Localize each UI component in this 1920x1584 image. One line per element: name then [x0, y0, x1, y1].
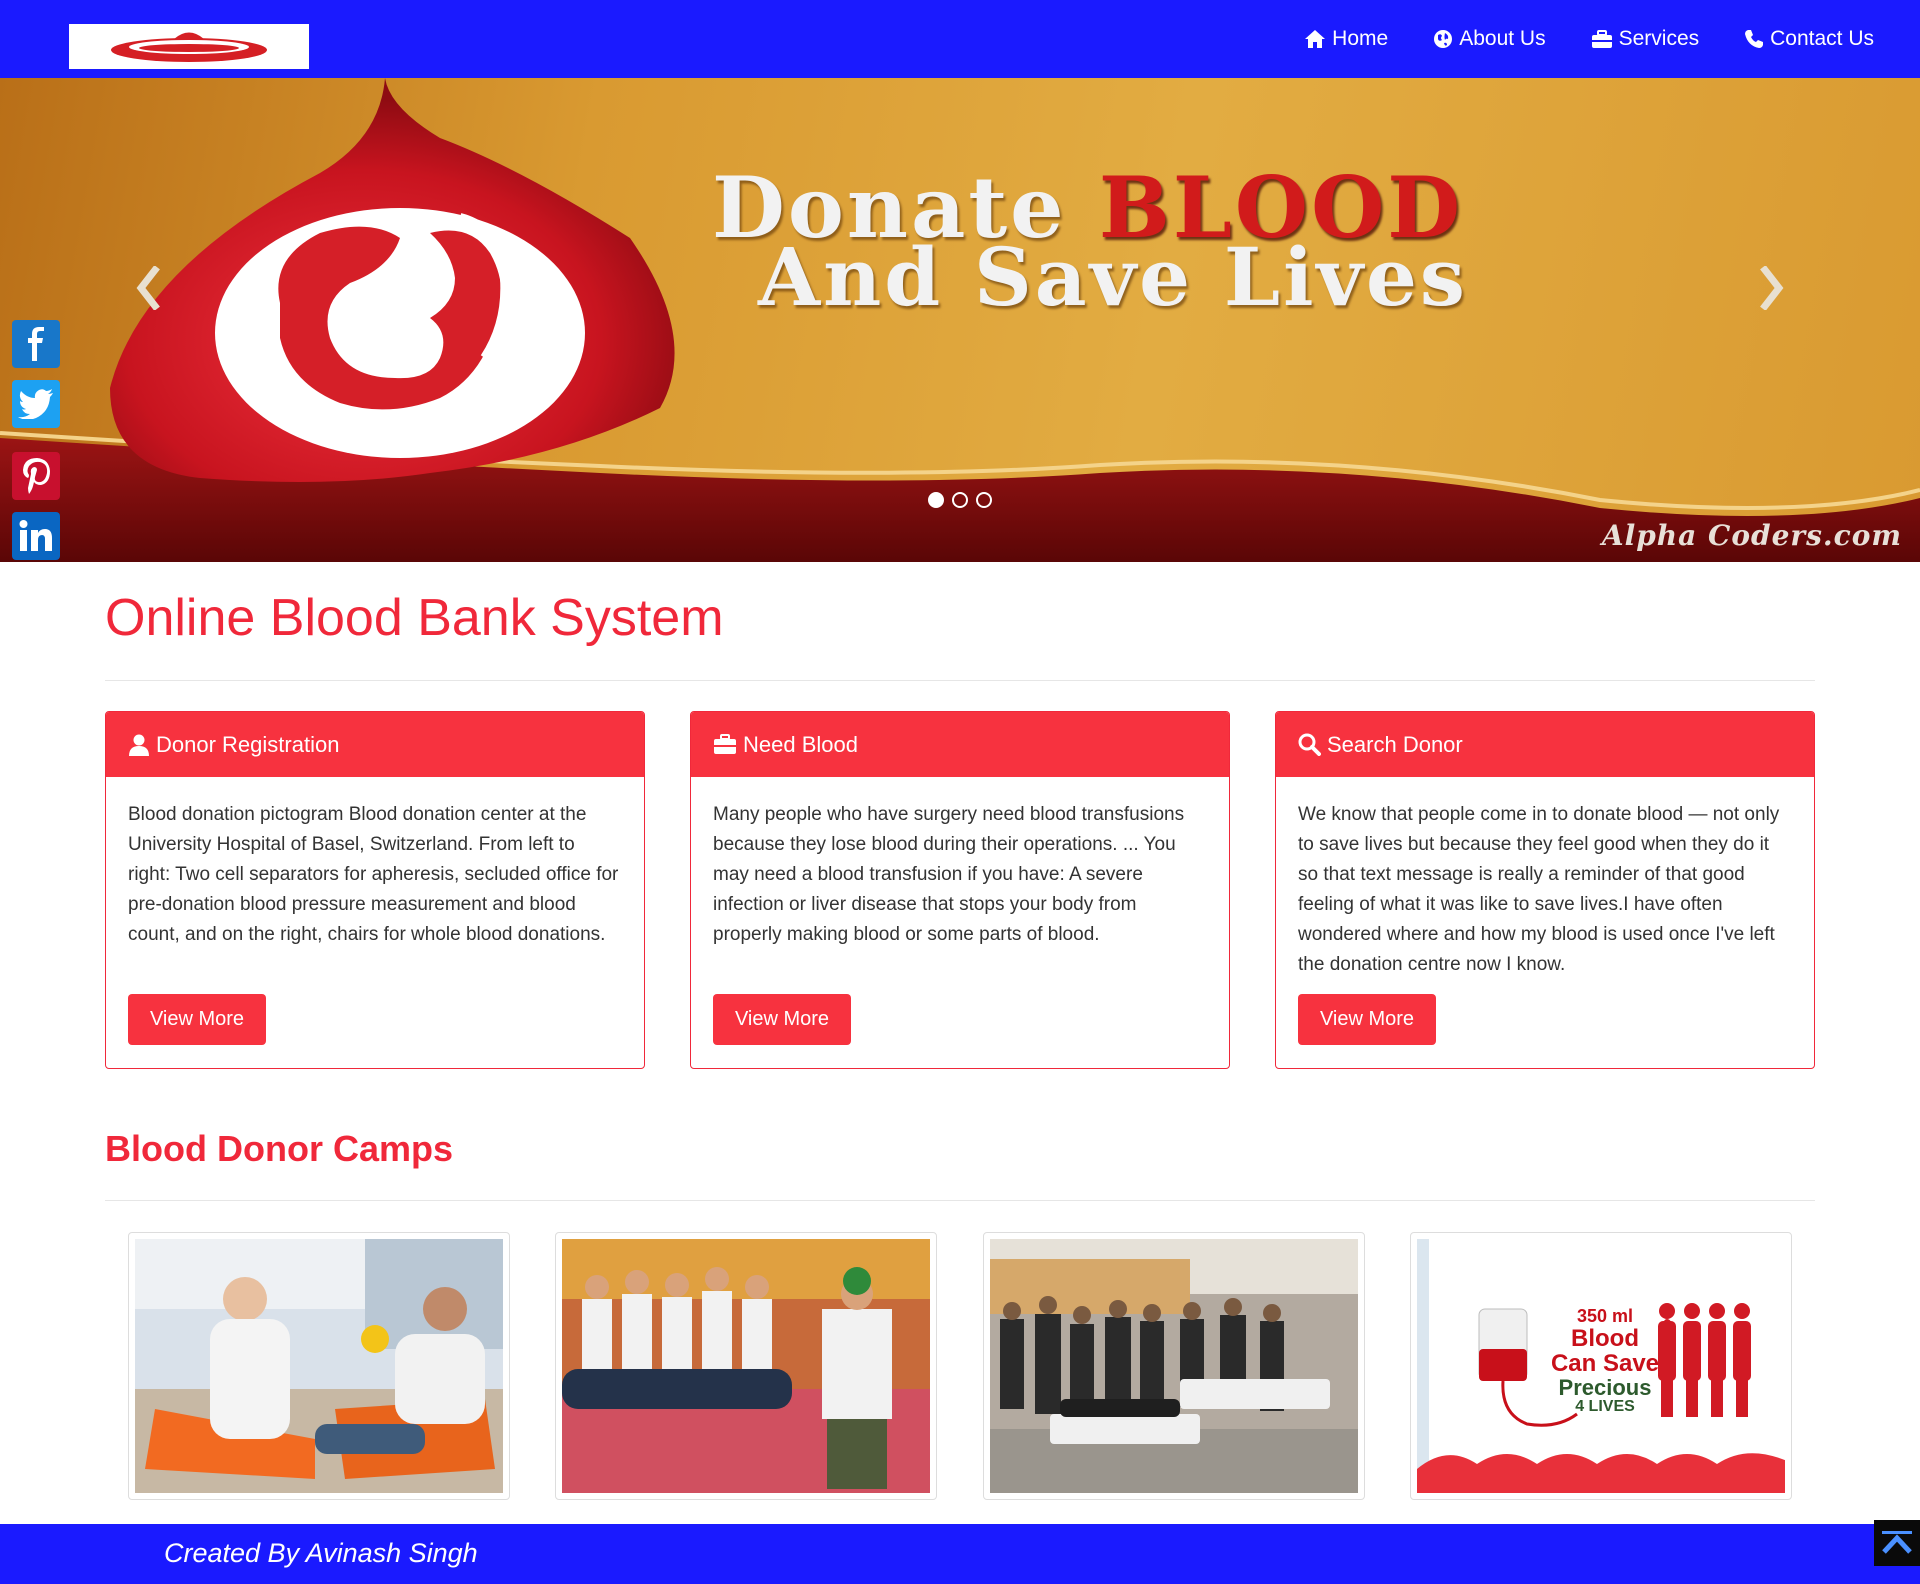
chevron-up-icon [1882, 1531, 1912, 1554]
linkedin-icon [19, 520, 52, 551]
hero-watermark: Alpha Coders.com [1601, 519, 1902, 552]
camp-photo-1[interactable] [128, 1232, 510, 1500]
briefcase-icon [714, 734, 736, 754]
camp-photo-image [135, 1239, 503, 1493]
carousel-indicator-2[interactable] [952, 492, 968, 508]
camp-photo-image [562, 1239, 930, 1493]
poster-line-1: 350 ml [1576, 1306, 1634, 1326]
panel-body: We know that people come in to donate bl… [1298, 804, 1780, 975]
panel-donor-registration: Donor Registration Blood donation pictog… [105, 711, 645, 1069]
page-title: Online Blood Bank System [105, 589, 724, 647]
camp-photo-3[interactable] [983, 1232, 1365, 1500]
navbar: Home About Us Services Contact Us [0, 0, 1920, 78]
camp-poster-image: 350 ml Blood Can Save Precious 4 LIVES [1417, 1239, 1785, 1493]
chevron-left-icon [136, 266, 160, 310]
panel-body: Many people who have surgery need blood … [713, 804, 1185, 945]
nav-home[interactable]: Home [1304, 27, 1388, 51]
globe-icon [1434, 30, 1453, 48]
nav-contact[interactable]: Contact Us [1744, 27, 1874, 51]
panel-need-blood: Need Blood Many people who have surgery … [690, 711, 1230, 1069]
camp-hall-photo-icon [990, 1239, 1358, 1493]
nav-about-label: About Us [1459, 27, 1546, 50]
panel-body: Blood donation pictogram Blood donation … [128, 804, 619, 945]
carousel-indicator-1[interactable] [928, 492, 944, 508]
section-title-camps: Blood Donor Camps [105, 1128, 453, 1169]
nav-contact-label: Contact Us [1770, 27, 1874, 50]
carousel-next-button[interactable] [1752, 258, 1792, 318]
view-more-button[interactable]: View More [1298, 994, 1436, 1045]
camp-photo-2[interactable] [555, 1232, 937, 1500]
footer-credit: Created By Avinash Singh [164, 1538, 478, 1568]
twitter-icon [18, 389, 53, 419]
user-icon [129, 734, 149, 756]
poster-text: 350 ml Blood Can Save Precious 4 LIVES [1545, 1307, 1665, 1416]
pinterest-link[interactable] [12, 452, 60, 500]
search-icon [1298, 733, 1321, 756]
scroll-to-top-button[interactable] [1874, 1520, 1920, 1566]
nav-services-label: Services [1618, 27, 1700, 50]
carousel-indicators [928, 492, 1000, 508]
panel-title: Donor Registration [156, 731, 340, 757]
chevron-right-icon [1760, 266, 1784, 310]
panel-title: Search Donor [1327, 731, 1463, 757]
divider [105, 1200, 1815, 1201]
view-more-button[interactable]: View More [713, 994, 851, 1045]
footer: Created By Avinash Singh [0, 1524, 1920, 1584]
twitter-link[interactable] [12, 380, 60, 428]
nav-services[interactable]: Services [1591, 27, 1700, 51]
poster-line-2: Blood [1571, 1324, 1639, 1352]
linkedin-link[interactable] [12, 512, 60, 560]
blood-donation-photo-icon [135, 1239, 503, 1493]
nav-about[interactable]: About Us [1433, 27, 1546, 51]
hero-carousel: Donate BLOOD And Save Lives Alpha Coders… [0, 78, 1920, 562]
camp-photo-image [990, 1239, 1358, 1493]
nav-menu: Home About Us Services Contact Us [1259, 0, 1874, 78]
group-photo-icon [562, 1239, 930, 1493]
facebook-link[interactable] [12, 320, 60, 368]
poster-line-4: Precious [1558, 1375, 1652, 1401]
hero-heading-line2: And Save Lives [758, 230, 1468, 324]
phone-icon [1745, 30, 1764, 48]
poster-line-5: 4 LIVES [1575, 1398, 1635, 1416]
briefcase-icon [1591, 29, 1612, 48]
site-logo[interactable] [69, 24, 309, 69]
camp-photo-4[interactable]: 350 ml Blood Can Save Precious 4 LIVES [1410, 1232, 1792, 1500]
view-more-button[interactable]: View More [128, 994, 266, 1045]
panel-heading: Search Donor [1276, 712, 1814, 777]
nav-home-label: Home [1332, 27, 1389, 50]
home-icon [1305, 30, 1326, 48]
carousel-prev-button[interactable] [128, 258, 168, 318]
facebook-icon [28, 327, 44, 361]
panel-heading: Donor Registration [106, 712, 644, 777]
panel-title: Need Blood [743, 731, 858, 757]
divider [105, 680, 1815, 681]
panel-search-donor: Search Donor We know that people come in… [1275, 711, 1815, 1069]
pinterest-icon [23, 458, 50, 494]
blood-drop-logo-icon [111, 32, 267, 62]
poster-line-3: Can Save [1550, 1350, 1660, 1378]
carousel-indicator-3[interactable] [976, 492, 992, 508]
panel-heading: Need Blood [691, 712, 1229, 777]
